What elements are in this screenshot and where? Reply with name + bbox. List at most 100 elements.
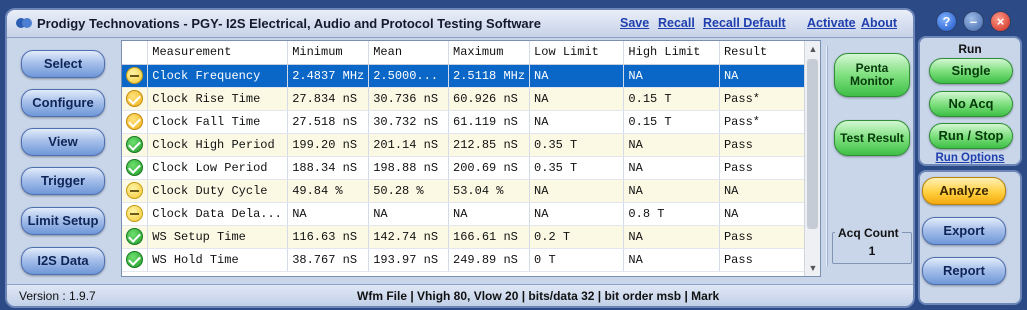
status-pass-icon bbox=[126, 136, 144, 153]
cell-minimum: 2.4837 MHz bbox=[287, 64, 370, 88]
run-panel: Run Single No Acq Run / Stop Run Options bbox=[918, 36, 1022, 166]
column-header-result[interactable]: Result bbox=[719, 41, 807, 65]
report-button[interactable]: Report bbox=[922, 257, 1006, 285]
status-neutral-icon bbox=[126, 67, 144, 84]
status-cell bbox=[122, 248, 149, 272]
close-icon[interactable]: × bbox=[990, 11, 1011, 32]
table-row[interactable]: WS Hold Time 38.767 nS 193.97 nS 249.89 nS 0… bbox=[122, 248, 807, 272]
cell-maximum: 60.926 nS bbox=[448, 87, 531, 111]
run-options-link[interactable]: Run Options bbox=[920, 152, 1020, 164]
cell-measurement: Clock Rise Time bbox=[147, 87, 289, 111]
penta-monitor-button[interactable]: Penta Monitor bbox=[834, 53, 910, 97]
cell-low-limit: NA bbox=[529, 64, 625, 88]
table-row[interactable]: Clock Data Dela... NA NA NA NA 0.8 T NA bbox=[122, 202, 807, 226]
no-acq-button[interactable]: No Acq bbox=[929, 91, 1013, 117]
cell-maximum: 2.5118 MHz bbox=[448, 64, 531, 88]
table-row[interactable]: Clock Fall Time 27.518 nS 30.732 nS 61.119 … bbox=[122, 110, 807, 134]
cell-minimum: 27.834 nS bbox=[287, 87, 370, 111]
cell-mean: NA bbox=[368, 202, 450, 226]
cell-high-limit: NA bbox=[623, 133, 720, 157]
version-label: Version : 1.9.7 bbox=[19, 289, 96, 303]
status-warn-icon bbox=[126, 90, 144, 107]
configure-button[interactable]: Configure bbox=[21, 89, 105, 117]
recall-default-link[interactable]: Recall Default bbox=[703, 16, 786, 30]
column-header-mean[interactable]: Mean bbox=[368, 41, 450, 65]
cell-measurement: WS Hold Time bbox=[147, 248, 289, 272]
status-cell bbox=[122, 87, 149, 111]
cell-high-limit: 0.15 T bbox=[623, 87, 720, 111]
i2s-data-button[interactable]: I2S Data bbox=[21, 247, 105, 275]
cell-maximum: 61.119 nS bbox=[448, 110, 531, 134]
cell-measurement: Clock Frequency bbox=[147, 64, 289, 88]
panel-divider bbox=[826, 46, 828, 266]
cell-maximum: 53.04 % bbox=[448, 179, 531, 203]
minimize-icon[interactable]: – bbox=[963, 11, 984, 32]
recall-link[interactable]: Recall bbox=[658, 16, 695, 30]
cell-mean: 50.28 % bbox=[368, 179, 450, 203]
analyze-button[interactable]: Analyze bbox=[922, 177, 1006, 205]
cell-result: Pass bbox=[719, 248, 807, 272]
vertical-scrollbar[interactable]: ▲ ▼ bbox=[804, 41, 820, 276]
cell-measurement: Clock High Period bbox=[147, 133, 289, 157]
main-panel: Prodigy Technovations - PGY- I2S Electri… bbox=[5, 8, 915, 308]
column-header-low-limit[interactable]: Low Limit bbox=[529, 41, 625, 65]
cell-minimum: NA bbox=[287, 202, 370, 226]
column-header-minimum[interactable]: Minimum bbox=[287, 41, 370, 65]
cell-mean: 2.5000... bbox=[368, 64, 450, 88]
cell-measurement: Clock Duty Cycle bbox=[147, 179, 289, 203]
status-pass-icon bbox=[126, 251, 144, 268]
measurement-grid[interactable]: Measurement Minimum Mean Maximum Low Lim… bbox=[121, 40, 821, 277]
status-column-header bbox=[122, 41, 149, 65]
cell-maximum: 166.61 nS bbox=[448, 225, 531, 249]
cell-low-limit: 0.35 T bbox=[529, 156, 625, 180]
cell-high-limit: NA bbox=[623, 225, 720, 249]
table-row[interactable]: WS Setup Time 116.63 nS 142.74 nS 166.61 nS… bbox=[122, 225, 807, 249]
save-link[interactable]: Save bbox=[620, 16, 649, 30]
cell-minimum: 27.518 nS bbox=[287, 110, 370, 134]
about-link[interactable]: About bbox=[861, 16, 897, 30]
test-result-button[interactable]: Test Result bbox=[834, 120, 910, 156]
cell-minimum: 188.34 nS bbox=[287, 156, 370, 180]
cell-result: Pass bbox=[719, 156, 807, 180]
run-stop-button[interactable]: Run / Stop bbox=[929, 123, 1013, 149]
acq-count-value: 1 bbox=[868, 244, 876, 258]
cell-mean: 198.88 nS bbox=[368, 156, 450, 180]
table-row[interactable]: Clock Frequency 2.4837 MHz 2.5000... 2.5118… bbox=[122, 64, 807, 88]
status-cell bbox=[122, 156, 149, 180]
cell-mean: 142.74 nS bbox=[368, 225, 450, 249]
table-row[interactable]: Clock High Period 199.20 nS 201.14 nS 212.8… bbox=[122, 133, 807, 157]
trigger-button[interactable]: Trigger bbox=[21, 167, 105, 195]
help-icon[interactable]: ? bbox=[936, 11, 957, 32]
column-header-high-limit[interactable]: High Limit bbox=[623, 41, 720, 65]
table-row[interactable]: Clock Rise Time 27.834 nS 30.736 nS 60.926 … bbox=[122, 87, 807, 111]
activate-link[interactable]: Activate bbox=[807, 16, 856, 30]
single-button[interactable]: Single bbox=[929, 58, 1013, 84]
cell-high-limit: 0.8 T bbox=[623, 202, 720, 226]
table-row[interactable]: Clock Low Period 188.34 nS 198.88 nS 200.69… bbox=[122, 156, 807, 180]
table-body: Clock Frequency 2.4837 MHz 2.5000... 2.5118… bbox=[122, 64, 807, 272]
window-controls: ? – × bbox=[918, 10, 1022, 34]
scroll-thumb[interactable] bbox=[807, 59, 818, 229]
status-bar: Version : 1.9.7 Wfm File | Vhigh 80, Vlo… bbox=[7, 284, 913, 306]
select-button[interactable]: Select bbox=[21, 50, 105, 78]
column-header-measurement[interactable]: Measurement bbox=[147, 41, 289, 65]
measurement-table: Measurement Minimum Mean Maximum Low Lim… bbox=[122, 41, 807, 272]
cell-measurement: Clock Fall Time bbox=[147, 110, 289, 134]
acq-count-label: Acq Count bbox=[835, 226, 902, 240]
logo-icon bbox=[16, 18, 32, 28]
scroll-up-icon[interactable]: ▲ bbox=[808, 44, 818, 54]
table-row[interactable]: Clock Duty Cycle 49.84 % 50.28 % 53.04 % NA N… bbox=[122, 179, 807, 203]
limit-setup-button[interactable]: Limit Setup bbox=[21, 207, 105, 235]
status-cell bbox=[122, 110, 149, 134]
column-header-maximum[interactable]: Maximum bbox=[448, 41, 531, 65]
cell-result: Pass* bbox=[719, 110, 807, 134]
cell-low-limit: 0.35 T bbox=[529, 133, 625, 157]
export-button[interactable]: Export bbox=[922, 217, 1006, 245]
status-neutral-icon bbox=[126, 182, 144, 199]
scroll-down-icon[interactable]: ▼ bbox=[808, 263, 818, 273]
view-button[interactable]: View bbox=[21, 128, 105, 156]
cell-result: Pass bbox=[719, 225, 807, 249]
app-title: Prodigy Technovations - PGY- I2S Electri… bbox=[37, 16, 541, 31]
run-title: Run bbox=[958, 42, 982, 56]
cell-maximum: NA bbox=[448, 202, 531, 226]
